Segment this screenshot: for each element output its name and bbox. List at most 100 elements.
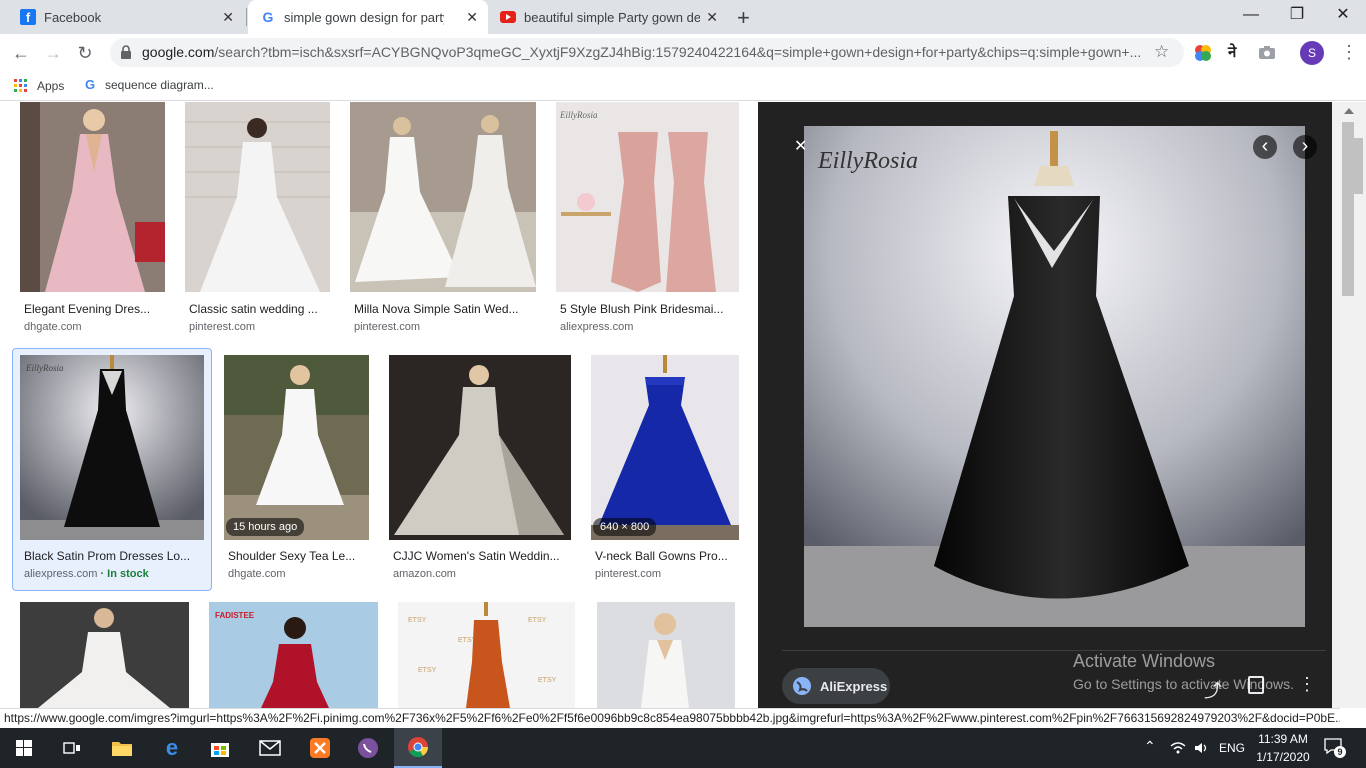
activate-windows-subtitle: Go to Settings to activate Windows. bbox=[1073, 676, 1294, 692]
address-bar[interactable]: google.com/search?tbm=isch&sxsrf=ACYBGNQ… bbox=[110, 38, 1184, 67]
image-preview-panel: EillyRosia ✕ ‹ › AliExpress ⤴ ⋮ Activate… bbox=[758, 102, 1332, 708]
result-thumbnail[interactable] bbox=[389, 355, 571, 540]
status-url: https://www.google.com/imgres?imgurl=htt… bbox=[4, 711, 1340, 725]
result-caption[interactable]: Shoulder Sexy Tea Le... bbox=[228, 549, 355, 563]
svg-text:ETSY: ETSY bbox=[418, 667, 437, 674]
result-source[interactable]: pinterest.com bbox=[189, 321, 255, 333]
result-thumbnail[interactable] bbox=[350, 102, 536, 292]
task-view-icon[interactable] bbox=[48, 728, 96, 768]
source-site-button[interactable]: AliExpress bbox=[782, 668, 890, 704]
white-gown-image bbox=[185, 102, 330, 292]
lace-gown-image bbox=[20, 602, 189, 708]
preview-image[interactable]: EillyRosia bbox=[804, 126, 1305, 627]
notification-center-icon[interactable]: 9 bbox=[1324, 738, 1346, 758]
result-thumbnail[interactable]: EillyRosia bbox=[20, 355, 204, 540]
clock-date[interactable]: 1/17/2020 bbox=[1255, 750, 1311, 764]
close-icon[interactable]: ✕ bbox=[222, 9, 234, 26]
black-satin-gown-large-image: EillyRosia bbox=[804, 126, 1305, 627]
close-preview-button[interactable]: ✕ bbox=[794, 136, 807, 156]
close-icon[interactable]: ✕ bbox=[466, 9, 478, 26]
bookmark-sequence-diagram[interactable]: G sequence diagram... bbox=[82, 77, 214, 93]
page-scrollbar[interactable] bbox=[1332, 102, 1366, 708]
restore-button[interactable]: ❐ bbox=[1274, 0, 1320, 30]
reload-button[interactable]: ↻ bbox=[72, 40, 98, 66]
globe-icon bbox=[793, 677, 811, 695]
color-extension-icon[interactable] bbox=[1194, 44, 1212, 62]
result-thumbnail[interactable]: FADISTEE bbox=[209, 602, 378, 708]
clock-time[interactable]: 11:39 AM bbox=[1255, 732, 1311, 746]
result-thumbnail[interactable] bbox=[224, 355, 369, 540]
tab-youtube[interactable]: beautiful simple Party gown design - You… bbox=[488, 0, 728, 34]
result-source[interactable]: pinterest.com bbox=[354, 321, 420, 333]
svg-text:EillyRosia: EillyRosia bbox=[559, 110, 598, 120]
next-image-button[interactable]: › bbox=[1293, 135, 1317, 159]
google-icon: G bbox=[262, 9, 274, 25]
result-card[interactable] bbox=[20, 102, 165, 292]
result-caption[interactable]: Milla Nova Simple Satin Wed... bbox=[354, 302, 519, 316]
translate-icon[interactable]: ने bbox=[1228, 42, 1236, 62]
result-thumbnail[interactable] bbox=[597, 602, 735, 708]
result-thumbnail[interactable] bbox=[185, 102, 330, 292]
back-button[interactable]: ← bbox=[8, 40, 34, 66]
url-host: google.com bbox=[142, 44, 215, 60]
result-source[interactable]: aliexpress.com bbox=[560, 321, 633, 333]
size-badge: 640 × 800 bbox=[593, 518, 657, 536]
minimize-button[interactable]: — bbox=[1228, 0, 1274, 30]
xampp-icon[interactable] bbox=[296, 728, 344, 768]
language-indicator[interactable]: ENG bbox=[1219, 741, 1245, 755]
store-icon[interactable] bbox=[196, 728, 244, 768]
source-site-label: AliExpress bbox=[820, 678, 888, 694]
result-caption[interactable]: 5 Style Blush Pink Bridesmai... bbox=[560, 302, 723, 316]
result-caption[interactable]: V-neck Ball Gowns Pro... bbox=[595, 549, 728, 563]
edge-browser-icon[interactable]: e bbox=[148, 728, 196, 768]
tab-facebook[interactable]: f Facebook ✕ bbox=[8, 0, 244, 34]
file-explorer-icon[interactable] bbox=[98, 728, 146, 768]
profile-avatar[interactable]: S bbox=[1300, 41, 1324, 65]
result-caption[interactable]: Elegant Evening Dres... bbox=[24, 302, 150, 316]
tray-chevron-up-icon[interactable]: ⌃ bbox=[1144, 738, 1156, 755]
more-options-icon[interactable]: ⋮ bbox=[1298, 674, 1316, 695]
blue-ball-gown-image bbox=[591, 355, 739, 540]
result-thumbnail[interactable] bbox=[20, 602, 189, 708]
result-thumbnail[interactable]: EillyRosia bbox=[556, 102, 739, 292]
result-thumbnail[interactable] bbox=[591, 355, 739, 540]
pink-gown-image bbox=[20, 102, 165, 292]
result-source-row[interactable]: aliexpress.com · In stock bbox=[24, 568, 149, 580]
scroll-thumb-left[interactable] bbox=[1342, 122, 1354, 296]
svg-text:ETSY: ETSY bbox=[408, 617, 427, 624]
new-tab-button[interactable]: + bbox=[737, 5, 750, 31]
result-source[interactable]: pinterest.com bbox=[595, 568, 661, 580]
viber-icon[interactable] bbox=[344, 728, 392, 768]
tab-google-search[interactable]: G simple gown design for party - Google … bbox=[248, 0, 488, 34]
black-satin-gown-image: EillyRosia bbox=[20, 355, 204, 540]
mail-icon[interactable] bbox=[246, 728, 294, 768]
facebook-icon: f bbox=[20, 9, 36, 25]
tab-strip: f Facebook ✕ G simple gown design for pa… bbox=[0, 0, 1366, 34]
chrome-taskbar-icon[interactable] bbox=[394, 728, 442, 768]
tab-title: beautiful simple Party gown design - You… bbox=[524, 9, 700, 25]
forward-button[interactable]: → bbox=[40, 40, 66, 66]
previous-image-button[interactable]: ‹ bbox=[1253, 135, 1277, 159]
in-stock-badge: · In stock bbox=[100, 568, 149, 580]
window-close-button[interactable]: ✕ bbox=[1320, 0, 1366, 30]
camera-icon[interactable] bbox=[1258, 45, 1276, 60]
result-source[interactable]: dhgate.com bbox=[24, 321, 81, 333]
result-caption[interactable]: CJJC Women's Satin Weddin... bbox=[393, 549, 560, 563]
status-bar: https://www.google.com/imgres?imgurl=htt… bbox=[0, 708, 1340, 728]
scroll-up-icon[interactable] bbox=[1344, 108, 1354, 114]
bookmark-apps[interactable]: Apps bbox=[14, 79, 64, 93]
close-icon[interactable]: ✕ bbox=[706, 9, 718, 26]
brand-logo-text: FADISTEE bbox=[215, 611, 255, 620]
result-thumbnail[interactable]: ETSY ETSY ETSY ETSY ETSY bbox=[398, 602, 575, 708]
result-source[interactable]: dhgate.com bbox=[228, 568, 285, 580]
result-caption[interactable]: Black Satin Prom Dresses Lo... bbox=[24, 549, 190, 563]
wifi-icon[interactable] bbox=[1170, 741, 1186, 755]
blush-pink-dresses-image: EillyRosia bbox=[556, 102, 739, 292]
bookmark-star-icon[interactable]: ☆ bbox=[1154, 42, 1169, 62]
result-source[interactable]: amazon.com bbox=[393, 568, 456, 580]
result-caption[interactable]: Classic satin wedding ... bbox=[189, 302, 318, 316]
menu-kebab-icon[interactable]: ⋮ bbox=[1340, 42, 1358, 63]
result-thumbnail[interactable] bbox=[20, 102, 165, 292]
windows-start-icon[interactable] bbox=[0, 728, 48, 768]
volume-icon[interactable] bbox=[1194, 741, 1210, 755]
